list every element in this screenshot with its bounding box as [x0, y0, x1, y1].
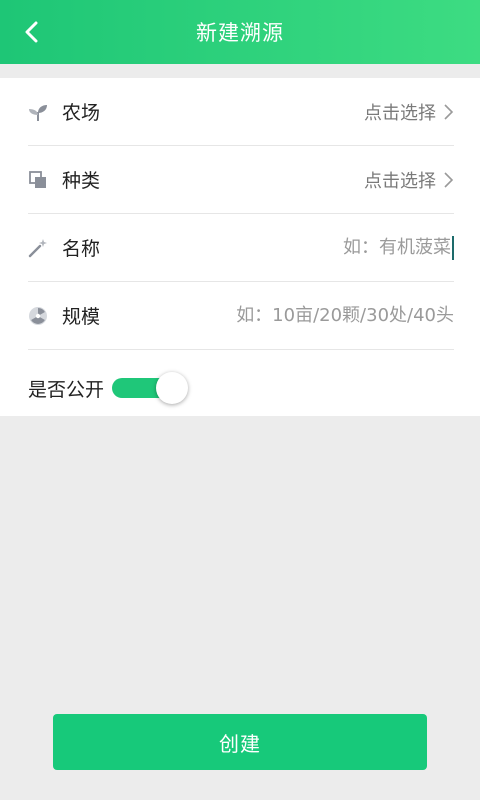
create-button[interactable]: 创建	[53, 714, 427, 770]
farm-select-text: 点击选择	[364, 102, 436, 124]
page-title: 新建溯源	[196, 21, 284, 45]
trace-form: 农场 点击选择 种类 点击选择 名称 如：有机菠菜 规模 如：10亩/20颗/3…	[0, 78, 480, 416]
category-select[interactable]: 点击选择	[364, 167, 454, 193]
chevron-right-icon	[444, 171, 454, 188]
chevron-left-icon	[25, 21, 38, 43]
public-row: 是否公开	[28, 360, 454, 416]
text-cursor	[452, 235, 454, 260]
farm-select[interactable]: 点击选择	[364, 99, 454, 125]
name-label: 名称	[62, 238, 101, 260]
copy-icon	[28, 170, 48, 190]
radiation-icon	[28, 306, 48, 326]
category-row[interactable]: 种类 点击选择	[28, 146, 454, 214]
farm-label: 农场	[62, 102, 101, 124]
name-row: 名称	[28, 214, 454, 282]
magic-wand-icon	[28, 238, 48, 258]
chevron-right-icon	[444, 103, 454, 120]
category-select-text: 点击选择	[364, 170, 436, 192]
public-label: 是否公开	[28, 378, 105, 401]
public-toggle[interactable]	[112, 372, 189, 404]
toggle-knob	[156, 372, 189, 404]
back-button[interactable]	[14, 14, 50, 50]
category-label: 种类	[62, 170, 101, 192]
scale-row: 规模	[28, 282, 454, 350]
scale-label: 规模	[62, 306, 101, 328]
scale-input[interactable]	[154, 305, 454, 326]
name-input[interactable]	[151, 237, 451, 258]
farm-row[interactable]: 农场 点击选择	[28, 78, 454, 146]
app-header: 新建溯源	[0, 0, 480, 64]
sprout-icon	[28, 102, 48, 122]
